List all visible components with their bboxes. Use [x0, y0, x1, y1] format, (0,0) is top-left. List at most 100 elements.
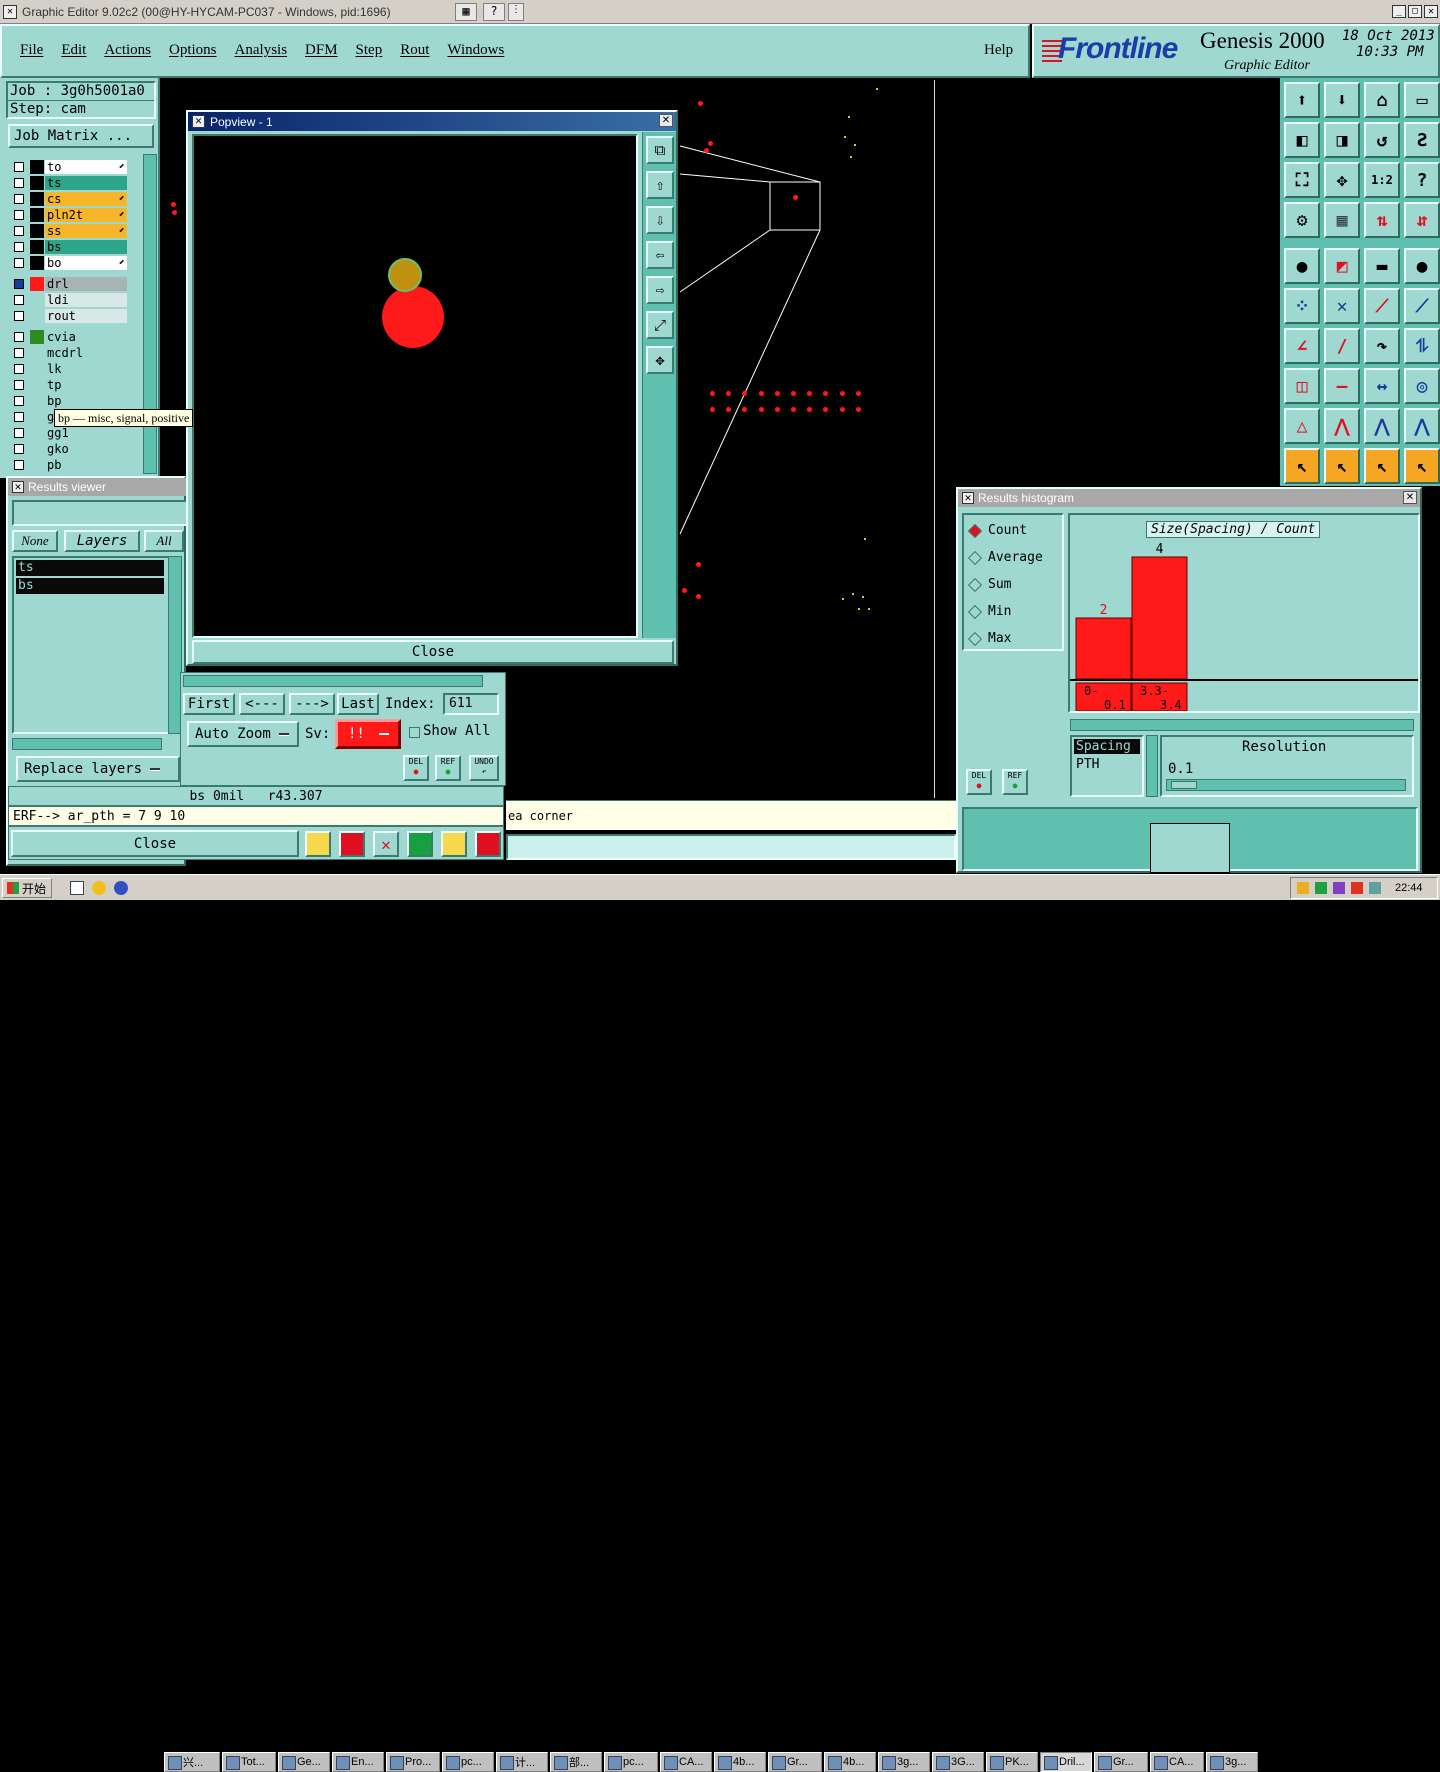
layer-row-ts[interactable]: ts	[10, 176, 128, 190]
results-viewer-filter[interactable]	[12, 500, 188, 526]
layer-row-mcdrl[interactable]: mcdrl	[10, 346, 128, 360]
layer-checkbox[interactable]	[14, 460, 24, 470]
next-button[interactable]: --->	[289, 693, 335, 715]
taskbar-item[interactable]: Ge...	[278, 1752, 330, 1772]
minimize-button[interactable]: _	[1392, 5, 1406, 18]
show-all-checkbox[interactable]	[409, 727, 420, 738]
pointer-alt-icon[interactable]: ↖	[1324, 448, 1360, 484]
measure-icon[interactable]: ↔	[1364, 368, 1400, 404]
menu-dfm[interactable]: DFM	[305, 42, 338, 59]
taskbar-item[interactable]: 3G...	[932, 1752, 984, 1772]
triangle-blue-icon[interactable]: ⋀	[1404, 408, 1440, 444]
results-histogram-icon[interactable]	[475, 831, 501, 857]
spacing-item[interactable]: PTH	[1072, 757, 1142, 772]
tray-icon-4[interactable]	[1351, 882, 1363, 894]
options-icon[interactable]: ⚙	[1284, 202, 1320, 238]
layer-row-gg1[interactable]: gg1	[10, 426, 128, 440]
line-circle-icon[interactable]: ⟋	[1404, 288, 1440, 324]
index-input[interactable]: 611	[443, 693, 499, 715]
taskbar-item[interactable]: Gr...	[1094, 1752, 1148, 1772]
connect-icon[interactable]: ⁘	[1284, 288, 1320, 324]
menu-arrow-icon[interactable]: ⋮	[508, 3, 524, 21]
histogram-bar[interactable]	[1131, 556, 1188, 680]
taskbar-item[interactable]: Tot...	[222, 1752, 276, 1772]
layer-row-gko[interactable]: gko	[10, 442, 128, 456]
layer-row-bo[interactable]: bo ⬋	[10, 256, 128, 270]
layer-row-drl[interactable]: drl	[10, 277, 128, 291]
cross-icon[interactable]: ✕	[1324, 288, 1360, 324]
popview-close-button[interactable]: Close	[192, 640, 674, 664]
layer-checkbox[interactable]	[14, 242, 24, 252]
tray-icon-5[interactable]	[1369, 882, 1381, 894]
menu-step[interactable]: Step	[356, 42, 383, 59]
shape-icon[interactable]: ◎	[1404, 368, 1440, 404]
layer-row-cs[interactable]: cs ⬋	[10, 192, 128, 206]
prev-button[interactable]: <---	[239, 693, 285, 715]
grid-icon[interactable]: ▦	[1324, 202, 1360, 238]
taskbar-item[interactable]: Gr...	[768, 1752, 822, 1772]
zoom-home-icon[interactable]: ✥	[1324, 162, 1360, 198]
result-item-bs[interactable]: bs	[16, 578, 164, 594]
layer-checkbox[interactable]	[14, 348, 24, 358]
tab-all[interactable]: All	[144, 530, 184, 552]
results-tool-2-icon[interactable]	[339, 831, 365, 857]
quicklaunch-media-icon[interactable]	[114, 881, 128, 895]
window-icon[interactable]: ▭	[1404, 82, 1440, 118]
save-icon[interactable]: ⬇	[1324, 82, 1360, 118]
layer-row-tp[interactable]: tp	[10, 378, 128, 392]
pv-pan-down-icon[interactable]: ⇩	[646, 206, 674, 234]
move-pad-icon[interactable]: ◫	[1284, 368, 1320, 404]
layer-compare-icon[interactable]: ⇅	[1364, 202, 1400, 238]
zoom-right-icon[interactable]: ◨	[1324, 122, 1360, 158]
menu-windows[interactable]: Windows	[447, 42, 504, 59]
tab-layers[interactable]: Layers	[64, 530, 140, 552]
ruler-icon[interactable]: ▬	[1364, 248, 1400, 284]
menu-actions[interactable]: Actions	[104, 42, 151, 59]
pv-pan-up-icon[interactable]: ⇧	[646, 171, 674, 199]
menu-options[interactable]: Options	[169, 42, 217, 59]
maximize-button[interactable]: □	[1408, 5, 1422, 18]
resolution-slider-handle[interactable]	[1171, 781, 1197, 789]
first-button[interactable]: First	[183, 693, 235, 715]
pad-icon[interactable]: ●	[1284, 248, 1320, 284]
fit-screen-icon[interactable]: ⛶	[1284, 162, 1320, 198]
layer-checkbox[interactable]	[14, 396, 24, 406]
tray-icon-3[interactable]	[1333, 882, 1345, 894]
slash-icon[interactable]: /	[1324, 328, 1360, 364]
layer-row-bs[interactable]: bs	[10, 240, 128, 254]
layer-row-bp[interactable]: bp	[10, 394, 128, 408]
results-tool-5-icon[interactable]	[441, 831, 467, 857]
triangle-measure-icon[interactable]: ⋀	[1364, 408, 1400, 444]
nav-undo-button[interactable]: UNDO ↶	[469, 755, 499, 781]
option-count[interactable]: Count	[964, 517, 1062, 544]
taskbar-item[interactable]: Dril...	[1040, 1752, 1092, 1772]
histogram-bar[interactable]	[1075, 617, 1132, 680]
taskbar-item[interactable]: 兴...	[164, 1752, 220, 1772]
quicklaunch-desktop-icon[interactable]	[70, 881, 84, 895]
pv-zoom-window-icon[interactable]: ⧉	[646, 136, 674, 164]
layer-row-pb[interactable]: pb	[10, 458, 128, 472]
help-query-icon[interactable]: ?	[1404, 162, 1440, 198]
result-item-ts[interactable]: ts	[16, 560, 164, 576]
spacing-vscroll[interactable]	[1146, 735, 1158, 797]
polygon-icon[interactable]: ◩	[1324, 248, 1360, 284]
layer-checkbox[interactable]	[14, 226, 24, 236]
close-button[interactable]: ✕	[1424, 5, 1438, 18]
popview-close-icon[interactable]: ✕	[659, 114, 673, 127]
nav-del-button[interactable]: DEL ●	[403, 755, 429, 781]
results-tool-4-icon[interactable]	[407, 831, 433, 857]
menu-analysis[interactable]: Analysis	[235, 42, 288, 59]
replace-layers-button[interactable]: Replace layers	[16, 756, 180, 782]
layer-checkbox[interactable]	[14, 178, 24, 188]
spacing-header[interactable]: Spacing	[1074, 739, 1140, 754]
layer-row-ss[interactable]: ss ⬋	[10, 224, 128, 238]
nav-ref-button[interactable]: REF ●	[435, 755, 461, 781]
taskbar-item[interactable]: Pro...	[386, 1752, 440, 1772]
layer-checkbox[interactable]	[14, 380, 24, 390]
pointer-icon[interactable]: ↖	[1284, 448, 1320, 484]
last-button[interactable]: Last	[337, 693, 379, 715]
taskbar-item[interactable]: 3g...	[1206, 1752, 1258, 1772]
histogram-ref-button[interactable]: REF ●	[1002, 769, 1028, 795]
taskbar-item[interactable]: PK...	[986, 1752, 1038, 1772]
pv-pan-right-icon[interactable]: ⇨	[646, 276, 674, 304]
